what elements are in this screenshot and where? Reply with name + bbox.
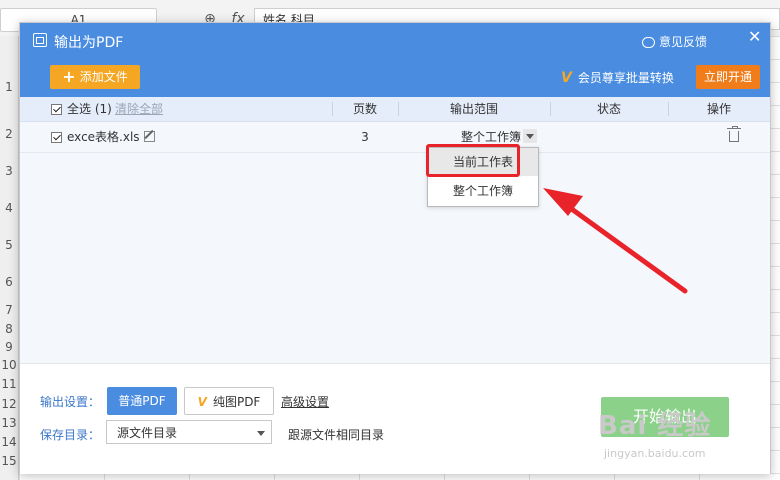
menu-item-whole-workbook[interactable]: 整个工作簿 <box>428 177 538 205</box>
add-file-button[interactable]: + 添加文件 <box>50 65 140 89</box>
chevron-down-icon <box>523 129 538 143</box>
select-all-checkbox[interactable] <box>51 104 62 115</box>
row-number[interactable]: 11 <box>0 377 18 391</box>
row-number[interactable]: 14 <box>0 435 18 449</box>
save-dir-label: 保存目录： <box>40 428 101 442</box>
advanced-settings-link[interactable]: 高级设置 <box>281 393 329 410</box>
image-pdf-label: 纯图PDF <box>212 395 261 409</box>
dialog-title: 输出为PDF <box>54 35 124 51</box>
row-header: 1 2 3 4 5 6 7 8 9 10 11 12 13 14 15 <box>0 36 19 480</box>
add-file-label: 添加文件 <box>79 70 128 84</box>
row-number[interactable]: 9 <box>0 340 18 354</box>
row-number[interactable]: 13 <box>0 416 18 430</box>
chevron-down-icon <box>257 431 265 436</box>
row-number[interactable]: 8 <box>0 322 18 336</box>
vip-promo: V 会员尊享批量转换 <box>561 69 674 86</box>
vip-text: 会员尊享批量转换 <box>577 71 674 85</box>
trash-icon[interactable] <box>727 126 741 142</box>
annotation-highlight-box <box>426 144 520 177</box>
plus-icon: + <box>62 67 76 86</box>
row-number[interactable]: 5 <box>0 238 18 252</box>
col-pages: 页数 <box>352 102 377 116</box>
table-row[interactable]: exce表格.xls 3 整个工作簿 <box>20 122 770 153</box>
edit-icon[interactable] <box>144 131 155 142</box>
file-name: exce表格.xls <box>67 130 140 144</box>
save-dir-select[interactable]: 源文件目录 <box>106 420 272 444</box>
open-membership-button[interactable]: 立即开通 <box>696 65 760 89</box>
output-settings-label: 输出设置： <box>40 395 101 409</box>
vip-icon: V <box>197 395 207 409</box>
normal-pdf-button[interactable]: 普通PDF <box>107 387 177 415</box>
select-all-label: 全选 (1) <box>67 102 112 116</box>
col-status: 状态 <box>596 102 621 116</box>
row-number[interactable]: 12 <box>0 397 18 411</box>
file-status <box>550 122 668 152</box>
image-pdf-button[interactable]: V 纯图PDF <box>184 387 274 415</box>
row-number[interactable]: 2 <box>0 127 18 141</box>
feedback-label: 意见反馈 <box>659 35 708 49</box>
page-count: 3 <box>361 130 369 144</box>
col-range: 输出范围 <box>449 102 498 116</box>
feedback-link[interactable]: 意见反馈 <box>642 33 707 50</box>
file-table-body: exce表格.xls 3 整个工作簿 <box>20 122 770 363</box>
row-number[interactable]: 1 <box>0 80 18 94</box>
save-dir-value: 源文件目录 <box>117 426 178 440</box>
watermark-url: jingyan.baidu.com <box>604 447 706 460</box>
row-checkbox[interactable] <box>51 132 62 143</box>
same-dir-text: 跟源文件相同目录 <box>288 428 385 442</box>
pdf-export-icon <box>33 33 47 47</box>
chat-bubble-icon <box>642 37 655 48</box>
row-number[interactable]: 15 <box>0 454 18 468</box>
file-table-header: 全选 (1) 清除全部 页数 输出范围 状态 操作 <box>20 97 770 122</box>
watermark-brand: Bai 经验 <box>598 411 712 441</box>
row-number[interactable]: 10 <box>0 358 18 372</box>
close-button[interactable]: ✕ <box>748 27 761 46</box>
dialog-titlebar: 输出为PDF 意见反馈 ✕ + 添加文件 V 会员尊享批量转换 立即开通 <box>20 23 770 97</box>
col-action: 操作 <box>706 102 731 116</box>
row-number[interactable]: 3 <box>0 164 18 178</box>
output-range-value: 整个工作簿 <box>461 130 522 144</box>
vip-icon: V <box>561 70 572 86</box>
clear-all-link[interactable]: 清除全部 <box>115 97 163 121</box>
row-number[interactable]: 6 <box>0 275 18 289</box>
row-number[interactable]: 4 <box>0 201 18 215</box>
row-number[interactable]: 7 <box>0 303 18 317</box>
